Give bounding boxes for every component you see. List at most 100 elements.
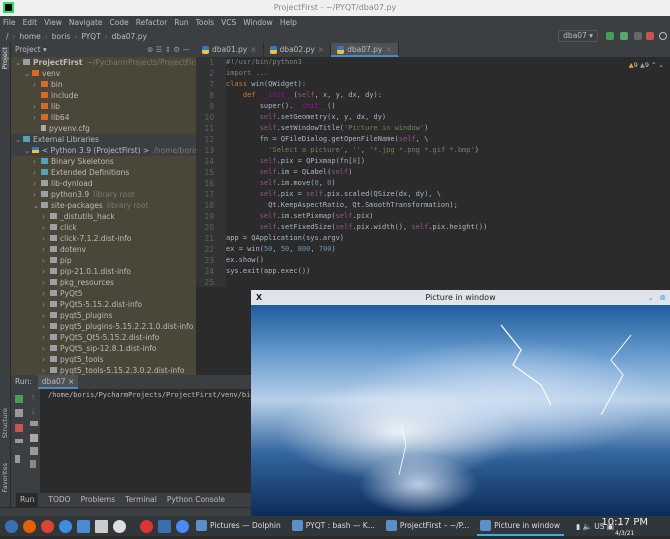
tree-item[interactable]: › PyQt5-5.15.2.dist-info (11, 299, 196, 310)
chevron-icon[interactable]: ⌄ (24, 68, 32, 79)
menu-help[interactable]: Help (280, 16, 297, 30)
menu-run[interactable]: Run (174, 16, 188, 30)
tree-item[interactable]: › Binary Skeletons (11, 156, 196, 167)
tree-item[interactable]: › pip-21.0.1.dist-info (11, 266, 196, 277)
pin-icon[interactable] (15, 455, 20, 463)
minimize-button[interactable]: ⌄ (647, 290, 654, 305)
breadcrumb-item[interactable]: home (20, 30, 41, 43)
search-icon[interactable] (659, 32, 667, 40)
menu-file[interactable]: File (3, 16, 16, 30)
task-pycharm[interactable]: ProjectFirst – ~/P... (383, 516, 473, 536)
project-stripe-button[interactable]: Project (1, 47, 9, 70)
chevron-icon[interactable]: › (42, 211, 50, 222)
close-button[interactable]: ⊗ (659, 290, 666, 305)
chevron-icon[interactable]: › (42, 354, 50, 365)
breadcrumb-item[interactable]: dba07.py (112, 30, 147, 43)
task-dolphin[interactable]: Pictures — Dolphin (193, 516, 285, 536)
menu-code[interactable]: Code (110, 16, 129, 30)
bottom-tab-terminal[interactable]: Terminal (125, 493, 157, 507)
chevron-icon[interactable]: ⌄ (15, 57, 23, 68)
bottom-tab-run[interactable]: Run (16, 493, 39, 507)
chevron-icon[interactable]: › (33, 189, 41, 200)
settings-wrench-icon[interactable] (15, 409, 23, 417)
chevron-icon[interactable]: › (33, 178, 41, 189)
chevron-icon[interactable]: › (33, 101, 41, 112)
bottom-tab-todo[interactable]: TODO (48, 493, 70, 507)
tree-item[interactable]: › lib-dynload (11, 178, 196, 189)
tree-item[interactable]: ⌄ ProjectFirst ~/PycharmProjects/ProjectFi… (11, 57, 196, 68)
tree-item[interactable]: › python3.9 library root (11, 189, 196, 200)
app-launcher-icon[interactable] (5, 519, 18, 533)
chrome-icon[interactable] (41, 519, 54, 533)
menu-refactor[interactable]: Refactor (136, 16, 167, 30)
scroll-to-end-icon[interactable] (30, 434, 38, 442)
tree-item[interactable]: › pyqt5_tools (11, 354, 196, 365)
stop-icon[interactable] (646, 32, 654, 40)
vim-icon[interactable] (95, 519, 108, 533)
rerun-icon[interactable] (15, 395, 23, 403)
tree-item[interactable]: ⌄ External Libraries (11, 134, 196, 145)
tree-item[interactable]: › bin (11, 79, 196, 90)
chevron-icon[interactable]: › (42, 288, 50, 299)
breadcrumb-item[interactable]: / (6, 30, 9, 43)
tree-item[interactable]: ⌄ venv (11, 68, 196, 79)
close-tab-icon[interactable]: × (250, 43, 256, 57)
soft-wrap-icon[interactable] (30, 421, 38, 426)
chevron-icon[interactable]: › (42, 244, 50, 255)
tree-item[interactable]: › lib (11, 101, 196, 112)
chevron-icon[interactable]: ⌄ (33, 200, 41, 211)
chevron-icon[interactable]: › (42, 365, 50, 375)
chevron-icon[interactable]: › (42, 321, 50, 332)
project-view-select[interactable]: Project (15, 45, 41, 54)
close-tab-icon[interactable]: × (318, 43, 324, 57)
tree-item[interactable]: › PyQt5_sip-12.8.1.dist-info (11, 343, 196, 354)
breadcrumb-item[interactable]: PYQT (81, 30, 100, 43)
layout-icon[interactable] (15, 439, 23, 443)
code-editor[interactable]: #!/usr/bin/python3 import ... class win(QW… (226, 57, 670, 287)
chevron-icon[interactable]: ⌄ (24, 145, 32, 156)
tree-item[interactable]: ⌄ site-packages library root (11, 200, 196, 211)
menu-edit[interactable]: Edit (23, 16, 38, 30)
chevron-icon[interactable]: › (42, 222, 50, 233)
app-icon[interactable] (113, 519, 126, 533)
chevron-icon[interactable]: › (33, 167, 41, 178)
run-console[interactable] (11, 389, 251, 493)
menu-window[interactable]: Window (243, 16, 273, 30)
tree-item[interactable]: › pkg_resources (11, 277, 196, 288)
tree-item[interactable]: › _distutils_hack (11, 211, 196, 222)
chevron-icon[interactable]: › (42, 255, 50, 266)
chevron-icon[interactable]: › (42, 332, 50, 343)
tree-item[interactable]: › pyqt5_plugins (11, 310, 196, 321)
task-konsole[interactable]: PYQT : bash — K... (289, 516, 379, 536)
app-icon[interactable] (77, 519, 90, 533)
trash-icon[interactable] (30, 460, 36, 468)
menu-vcs[interactable]: VCS (221, 16, 236, 30)
editor-tab[interactable]: dba02.py × (264, 43, 332, 57)
chevron-icon[interactable]: › (42, 266, 50, 277)
task-picture-window[interactable]: Picture in window (477, 516, 564, 536)
chevron-icon[interactable]: › (42, 299, 50, 310)
menu-tools[interactable]: Tools (196, 16, 214, 30)
tree-item[interactable]: › pip (11, 255, 196, 266)
print-icon[interactable] (30, 447, 38, 455)
tree-item[interactable]: › lib64 (11, 112, 196, 123)
favorites-stripe-button[interactable]: Favorites (1, 463, 9, 492)
tree-item[interactable]: › PyQt5_Qt5-5.15.2.dist-info (11, 332, 196, 343)
run-config-select[interactable]: dba07 ▾ (558, 30, 598, 42)
stop-icon[interactable] (15, 424, 23, 432)
close-tab-icon[interactable]: × (385, 43, 391, 55)
chevron-icon[interactable]: › (33, 79, 41, 90)
chevron-icon[interactable]: ⌄ (15, 134, 23, 145)
tree-item[interactable]: pyvenv.cfg (11, 123, 196, 134)
app-icon[interactable] (158, 519, 171, 533)
network-icon[interactable] (59, 519, 72, 533)
tree-item[interactable]: › dotenv (11, 244, 196, 255)
app-icon[interactable] (140, 519, 153, 533)
structure-stripe-button[interactable]: Structure (1, 408, 9, 438)
chevron-icon[interactable]: › (42, 233, 50, 244)
chevron-icon[interactable]: › (33, 156, 41, 167)
chromium-icon[interactable] (176, 519, 189, 533)
down-arrow-icon[interactable]: ↓ (30, 407, 38, 416)
menu-navigate[interactable]: Navigate (69, 16, 103, 30)
rerun-icon[interactable] (606, 32, 614, 40)
